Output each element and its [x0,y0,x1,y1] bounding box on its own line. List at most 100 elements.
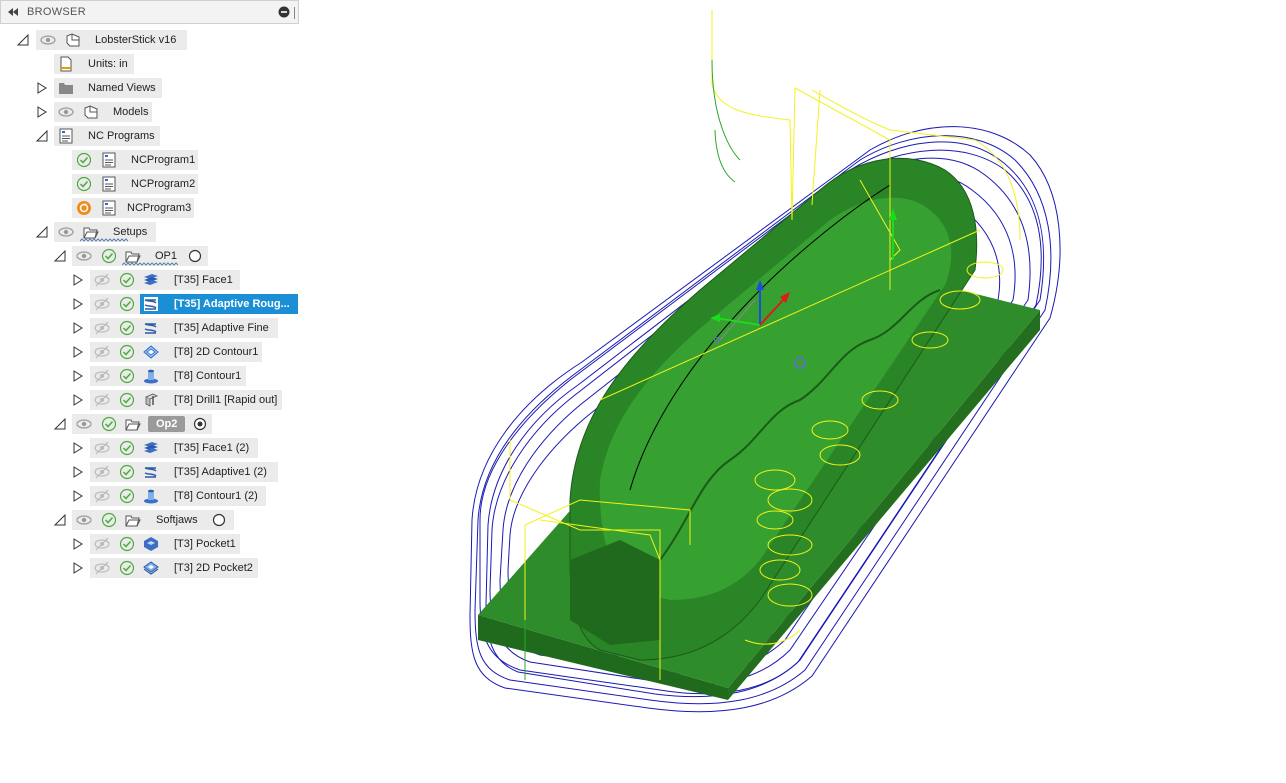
eye-icon[interactable] [58,224,74,240]
expand-triangle-icon[interactable] [72,490,84,502]
operation-label: [T8] Drill1 [Rapid out] [174,394,278,406]
check-icon [119,344,135,360]
collapse-triangle-icon[interactable] [36,130,48,142]
named-views-label: Named Views [88,82,156,94]
expand-triangle-icon[interactable] [72,538,84,550]
face-icon [144,442,158,453]
eye-hidden-icon[interactable] [94,296,110,312]
collapse-triangle-icon[interactable] [17,34,29,46]
expand-triangle-icon[interactable] [72,298,84,310]
ncprogram2-label: NCProgram2 [131,178,196,190]
expand-triangle-icon[interactable] [72,274,84,286]
expand-triangle-icon[interactable] [72,562,84,574]
eye-icon[interactable] [76,416,92,432]
contour-icon [144,489,158,504]
eye-icon[interactable] [76,248,92,264]
eye-hidden-icon[interactable] [94,488,110,504]
operation-label: [T8] Contour1 (2) [174,490,258,502]
radio-unselected-icon[interactable] [212,513,226,527]
eye-hidden-icon[interactable] [94,272,110,288]
pending-icon [77,201,91,215]
setup-folder-icon [125,419,141,431]
collapse-triangle-icon[interactable] [36,226,48,238]
adaptive-icon [144,467,157,478]
eye-hidden-icon[interactable] [94,392,110,408]
nc-program-icon [59,128,73,144]
check-icon [119,368,135,384]
pocket-2d-icon [143,561,159,575]
expand-triangle-icon[interactable] [72,370,84,382]
radio-selected-icon[interactable] [193,417,207,431]
double-chevron-left-icon [8,8,18,16]
softjaws-label: Softjaws [156,514,198,526]
check-icon [119,464,135,480]
face-icon [144,274,158,285]
eye-hidden-icon[interactable] [94,368,110,384]
units-label: Units: in [88,58,128,70]
collapse-triangle-icon[interactable] [54,250,66,262]
operation-label: [T8] Contour1 [174,370,242,382]
expand-triangle-icon[interactable] [36,82,48,94]
adaptive-icon [144,297,158,311]
check-icon [119,536,135,552]
adaptive-icon [144,323,157,334]
operation-label: [T35] Adaptive Roug... [174,298,290,310]
eye-icon[interactable] [40,32,56,48]
pocket-icon [144,537,158,551]
setup-folder-icon [125,515,141,527]
component-icon [66,33,80,47]
check-icon [101,512,117,528]
contour-2d-icon [143,345,159,359]
tree-item-op2[interactable] [72,414,212,434]
operation-label: [T35] Adaptive Fine [174,322,269,334]
check-icon [119,272,135,288]
eye-hidden-icon[interactable] [94,320,110,336]
eye-hidden-icon[interactable] [94,536,110,552]
modified-underline [80,238,128,242]
eye-hidden-icon[interactable] [94,560,110,576]
models-label: Models [113,106,149,118]
nc-programs-label: NC Programs [88,130,155,142]
nc-program-icon [102,176,116,192]
eye-hidden-icon[interactable] [94,440,110,456]
check-icon [119,320,135,336]
eye-hidden-icon[interactable] [94,464,110,480]
check-icon [101,248,117,264]
eye-icon[interactable] [58,104,74,120]
tree-item-softjaws[interactable] [72,510,234,530]
panel-resize-handle[interactable] [294,7,297,19]
ncprogram1-label: NCProgram1 [131,154,196,166]
browser-header: BROWSER [0,0,299,24]
nc-program-icon [102,152,116,168]
component-icon [84,105,98,119]
check-icon [76,176,92,192]
eye-icon[interactable] [76,512,92,528]
nc-program-icon [102,200,116,216]
3d-viewport[interactable] [460,0,1286,783]
collapse-triangle-icon[interactable] [54,418,66,430]
check-icon [119,392,135,408]
document-icon [60,56,72,72]
expand-triangle-icon[interactable] [72,394,84,406]
expand-triangle-icon[interactable] [36,106,48,118]
root-label: LobsterStick v16 [95,34,177,46]
drill-icon [145,393,158,407]
collapse-panel-button[interactable] [3,1,23,23]
operation-label: [T8] 2D Contour1 [174,346,259,358]
check-icon [119,560,135,576]
contour-icon [144,369,158,384]
op2-label: Op2 [148,416,186,432]
eye-hidden-icon[interactable] [94,344,110,360]
collapse-triangle-icon[interactable] [54,514,66,526]
check-icon [119,440,135,456]
expand-triangle-icon[interactable] [72,466,84,478]
modified-underline [122,262,178,266]
expand-triangle-icon[interactable] [72,346,84,358]
radio-unselected-icon[interactable] [188,249,202,263]
operation-label: [T3] 2D Pocket2 [174,562,253,574]
check-icon [119,296,135,312]
check-icon [76,152,92,168]
expand-triangle-icon[interactable] [72,442,84,454]
expand-triangle-icon[interactable] [72,322,84,334]
minus-circle-icon[interactable] [278,6,290,18]
